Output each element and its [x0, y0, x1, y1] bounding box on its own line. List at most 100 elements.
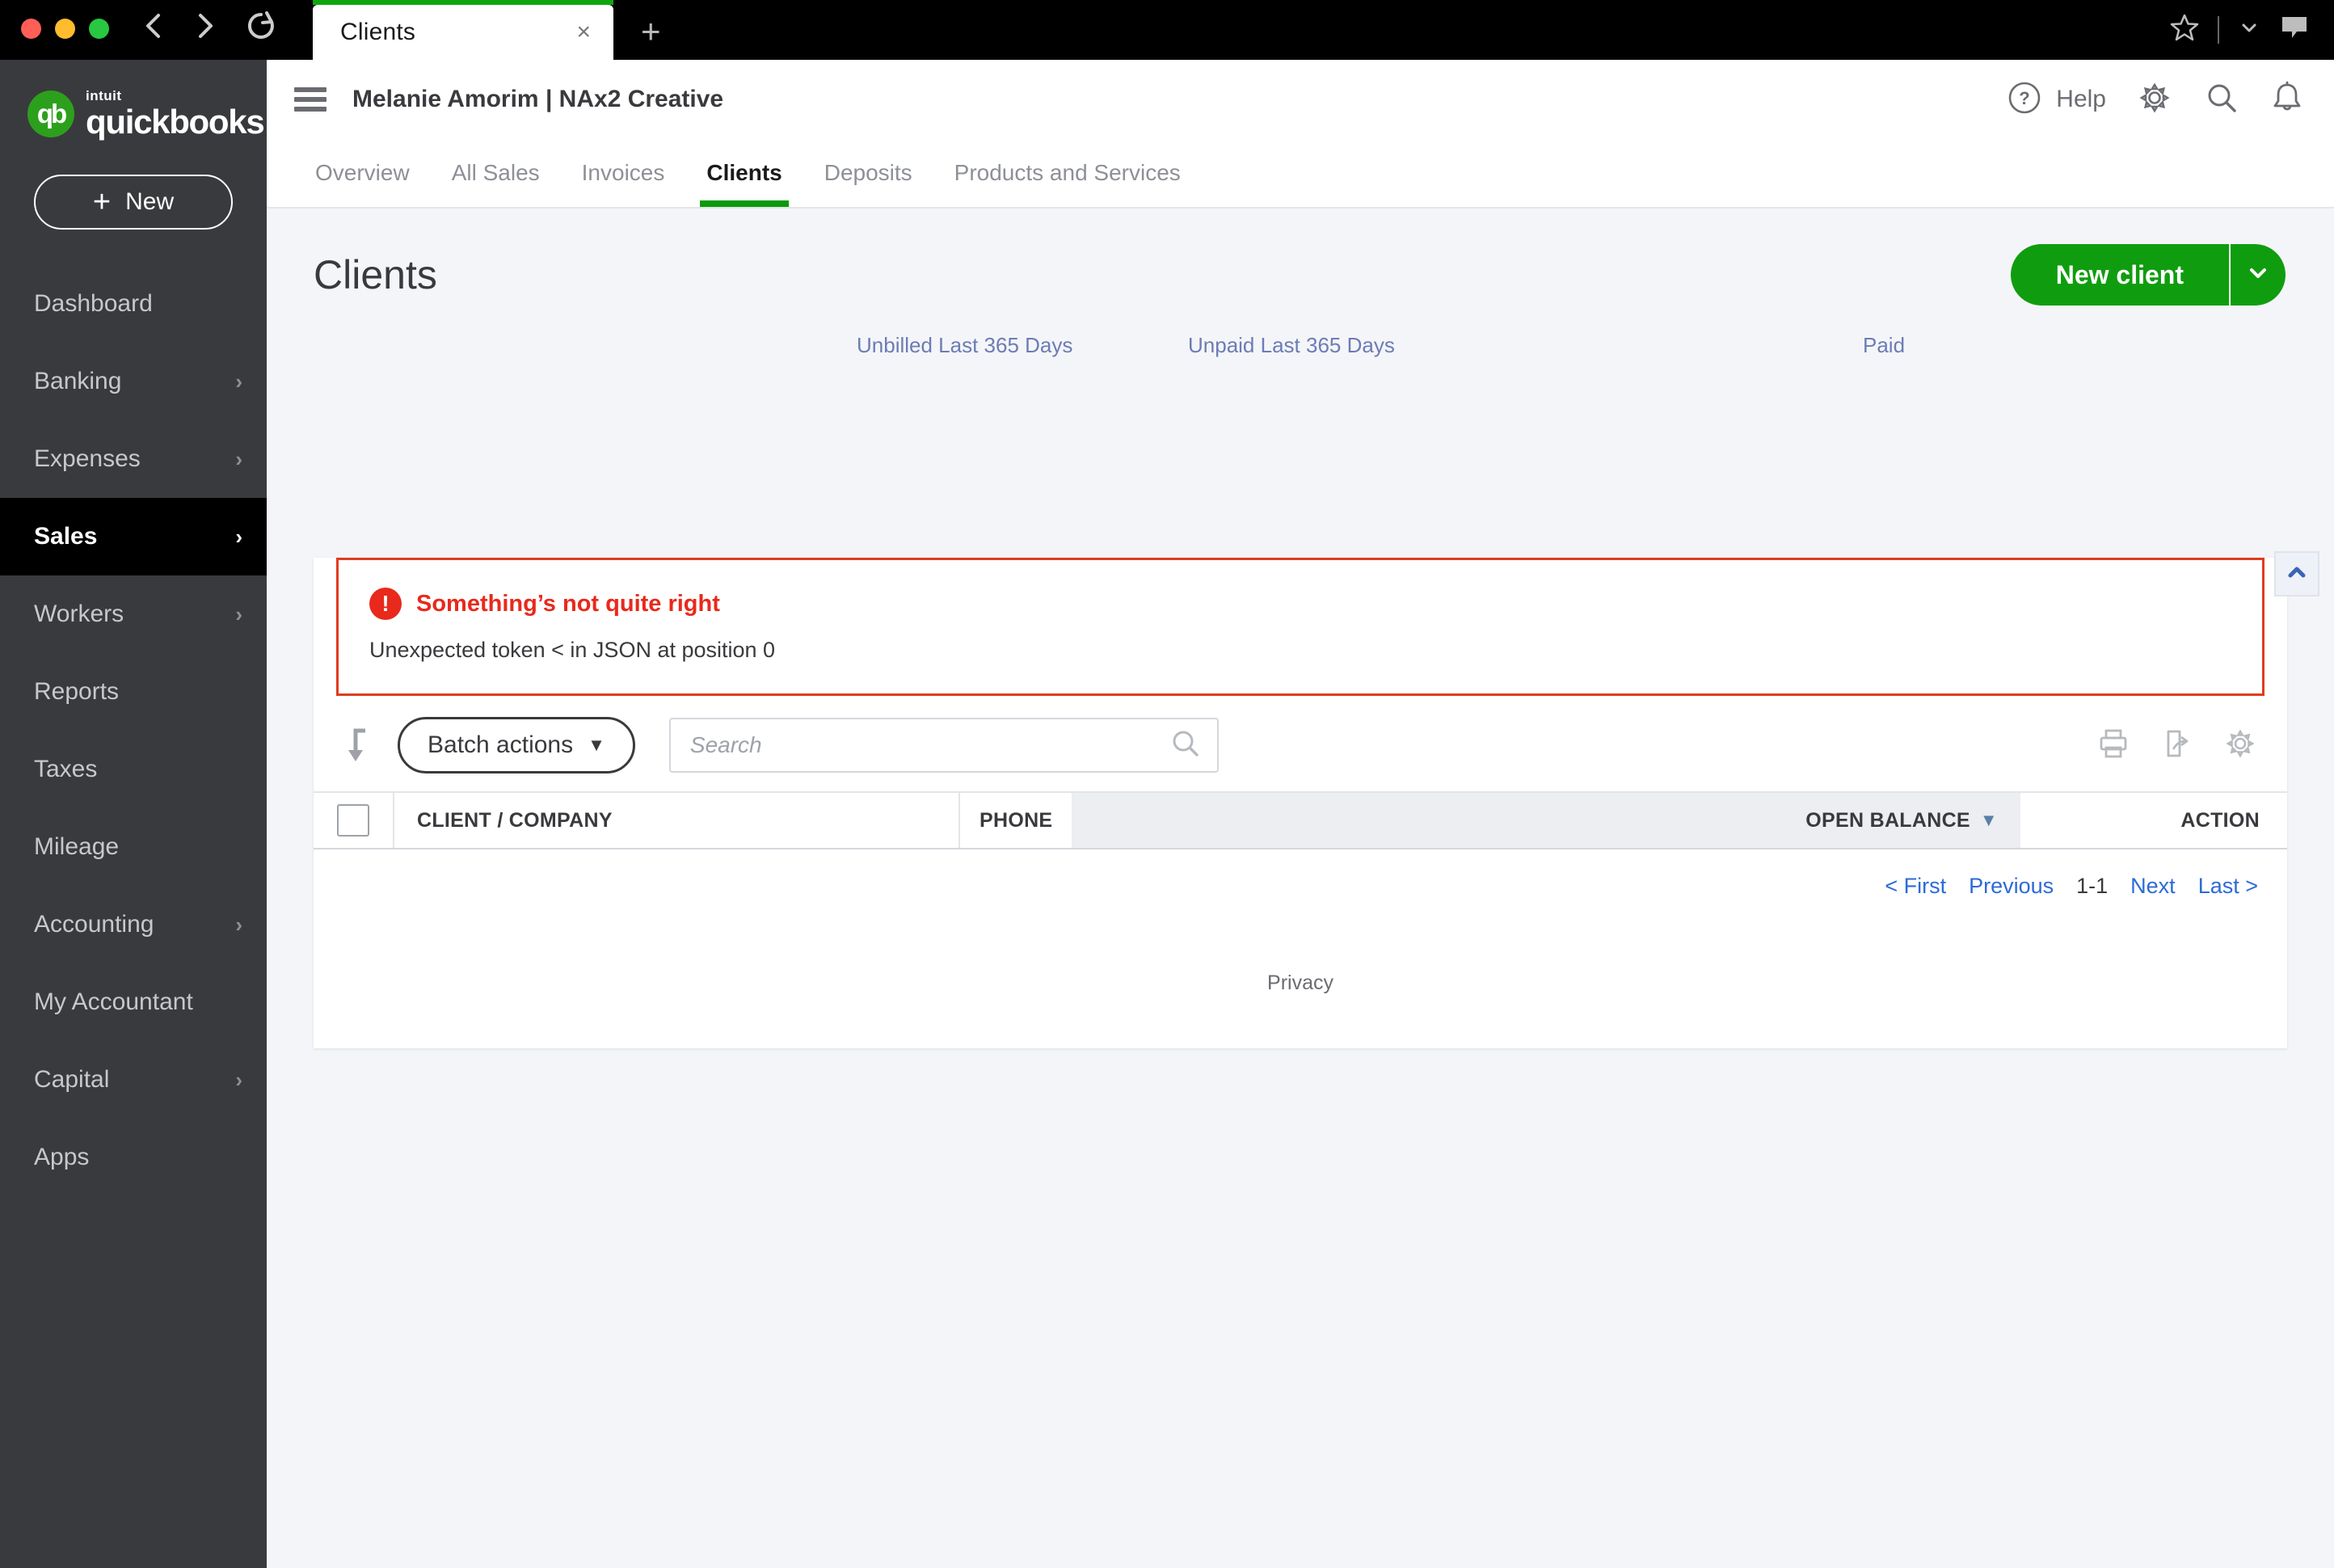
sidebar-item-workers[interactable]: Workers ›	[0, 575, 267, 653]
money-bar-unpaid-label[interactable]: Unpaid Last 365 Days	[1188, 333, 1395, 358]
collapse-money-bar-button[interactable]	[2274, 551, 2319, 596]
browser-tab[interactable]: Clients ×	[313, 5, 613, 60]
tab-overview[interactable]: Overview	[294, 139, 431, 207]
help-button[interactable]: ? Help	[2006, 79, 2106, 120]
reload-icon[interactable]	[245, 10, 277, 42]
back-chevron-icon[interactable]	[141, 10, 166, 42]
plus-icon: +	[93, 187, 111, 217]
app-topbar: Melanie Amorim | NAx2 Creative ? Help	[267, 60, 2334, 139]
batch-actions-button[interactable]: Batch actions ▼	[398, 717, 635, 773]
bell-icon[interactable]	[2269, 79, 2305, 120]
search-icon[interactable]	[2203, 79, 2240, 120]
svg-text:?: ?	[2020, 88, 2030, 108]
sidebar-item-label: Sales	[34, 523, 97, 550]
close-tab-icon[interactable]: ×	[576, 20, 591, 44]
sidebar-item-label: Banking	[34, 368, 121, 395]
sidebar-item-accounting[interactable]: Accounting ›	[0, 886, 267, 963]
main-area: Melanie Amorim | NAx2 Creative ? Help	[267, 60, 2334, 1568]
tab-all-sales[interactable]: All Sales	[431, 139, 561, 207]
sidebar-item-mileage[interactable]: Mileage	[0, 808, 267, 886]
table-toolbar: Batch actions ▼	[314, 696, 2287, 791]
sidebar-item-expenses[interactable]: Expenses ›	[0, 420, 267, 498]
tab-deposits[interactable]: Deposits	[803, 139, 933, 207]
tab-label: Overview	[315, 160, 410, 186]
column-label: OPEN BALANCE	[1805, 809, 1970, 832]
privacy-link[interactable]: Privacy	[1267, 972, 1333, 995]
chevron-right-icon: ›	[235, 602, 242, 627]
column-header-client-company[interactable]: CLIENT / COMPANY	[393, 793, 958, 848]
sidebar-item-dashboard[interactable]: Dashboard	[0, 265, 267, 343]
gear-icon[interactable]	[2135, 78, 2174, 121]
sidebar-item-sales[interactable]: Sales ›	[0, 498, 267, 575]
select-all-cell	[314, 793, 393, 848]
pagination-next[interactable]: Next	[2130, 874, 2176, 899]
hamburger-icon[interactable]	[294, 87, 327, 112]
tab-label: Clients	[706, 160, 782, 186]
window-controls	[0, 19, 109, 60]
chevron-down-icon: ▼	[588, 735, 605, 756]
quickbooks-wordmark: intuit quickbooks	[86, 89, 263, 139]
star-icon[interactable]	[2169, 12, 2200, 47]
sidebar-nav: Dashboard Banking › Expenses › Sales › W…	[0, 265, 267, 1196]
chevron-down-icon[interactable]	[2237, 15, 2261, 44]
sidebar-item-apps[interactable]: Apps	[0, 1119, 267, 1196]
money-bar-paid-label[interactable]: Paid	[1863, 333, 1905, 358]
column-label: PHONE	[980, 809, 1052, 832]
search-box[interactable]	[669, 718, 1219, 773]
question-circle-icon: ?	[2006, 79, 2043, 120]
toolbar-divider	[2218, 16, 2219, 44]
new-client-button[interactable]: New client	[2011, 244, 2229, 306]
clients-card: ! Something’s not quite right Unexpected…	[314, 558, 2287, 1048]
browser-toolbar-right	[2169, 12, 2310, 47]
pagination-previous[interactable]: Previous	[1969, 874, 2054, 899]
exclamation-icon: !	[369, 588, 402, 620]
new-tab-button[interactable]: +	[613, 15, 661, 60]
close-window-button[interactable]	[21, 19, 41, 39]
quickbooks-label: quickbooks	[86, 105, 263, 139]
chevron-right-icon: ›	[235, 369, 242, 394]
column-label: CLIENT / COMPANY	[417, 809, 613, 832]
search-icon[interactable]	[1169, 727, 1203, 765]
new-button-label: New	[125, 188, 174, 216]
money-bar-unbilled-label[interactable]: Unbilled Last 365 Days	[857, 333, 1072, 358]
app-shell: qb intuit quickbooks + New Dashboard Ban…	[0, 60, 2334, 1568]
minimize-window-button[interactable]	[55, 19, 75, 39]
browser-chrome: Clients × +	[0, 0, 2334, 60]
sidebar-item-my-accountant[interactable]: My Accountant	[0, 963, 267, 1041]
pagination-first[interactable]: < First	[1885, 874, 1946, 899]
column-label: ACTION	[2180, 809, 2260, 832]
sidebar-item-label: My Accountant	[34, 988, 193, 1016]
export-icon[interactable]	[2159, 727, 2193, 765]
sidebar-item-label: Expenses	[34, 445, 141, 473]
new-button[interactable]: + New	[34, 175, 233, 230]
error-alert: ! Something’s not quite right Unexpected…	[336, 558, 2264, 696]
intuit-label: intuit	[86, 89, 263, 103]
page-content: Clients New client Unbilled Last 365 Day…	[267, 209, 2334, 1568]
sort-down-left-arrow-icon[interactable]	[341, 724, 378, 766]
column-header-phone[interactable]: PHONE	[958, 793, 1072, 848]
sidebar-item-reports[interactable]: Reports	[0, 653, 267, 731]
gear-icon[interactable]	[2222, 726, 2258, 765]
new-client-dropdown-button[interactable]	[2229, 244, 2286, 306]
tab-products-and-services[interactable]: Products and Services	[933, 139, 1202, 207]
search-input[interactable]	[690, 732, 1169, 758]
sidebar-item-taxes[interactable]: Taxes	[0, 731, 267, 808]
sidebar-item-banking[interactable]: Banking ›	[0, 343, 267, 420]
pagination-last[interactable]: Last >	[2198, 874, 2258, 899]
maximize-window-button[interactable]	[89, 19, 109, 39]
tab-clients[interactable]: Clients	[685, 139, 803, 207]
print-icon[interactable]	[2096, 727, 2130, 765]
page-title: Clients	[314, 251, 437, 298]
help-label: Help	[2056, 86, 2106, 113]
sidebar-item-label: Reports	[34, 678, 119, 706]
chat-bubble-icon[interactable]	[2279, 14, 2310, 45]
tab-invoices[interactable]: Invoices	[561, 139, 686, 207]
chevron-up-icon	[2283, 558, 2311, 590]
sidebar-item-capital[interactable]: Capital ›	[0, 1041, 267, 1119]
sidebar-item-label: Workers	[34, 601, 124, 628]
forward-chevron-icon[interactable]	[193, 10, 217, 42]
select-all-checkbox[interactable]	[337, 804, 369, 837]
quickbooks-logo[interactable]: qb intuit quickbooks	[0, 60, 267, 163]
chevron-right-icon: ›	[235, 447, 242, 472]
column-header-open-balance[interactable]: OPEN BALANCE ▼	[1072, 793, 2020, 848]
